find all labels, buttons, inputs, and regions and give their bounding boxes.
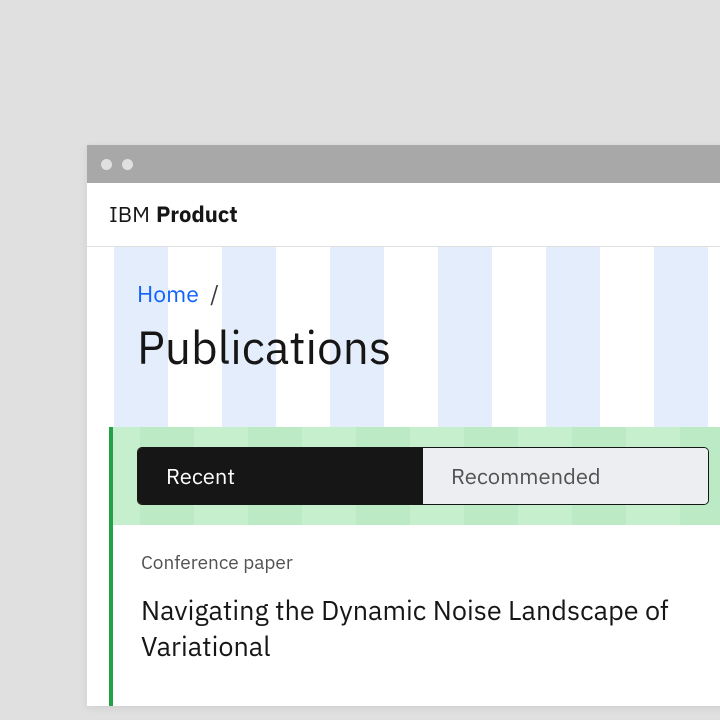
breadcrumb: Home / — [87, 247, 720, 309]
window-control-dot[interactable] — [122, 159, 133, 170]
tab-recent[interactable]: Recent — [138, 448, 423, 504]
brand-name-bold: Product — [156, 200, 238, 229]
content-switcher-panel: Recent Recommended — [109, 427, 720, 525]
publication-card[interactable]: Conference paper Navigating the Dynamic … — [109, 525, 720, 706]
tab-recommended[interactable]: Recommended — [423, 448, 708, 504]
breadcrumb-separator: / — [210, 279, 219, 309]
window-content: IBM Product Home / Publications Recent R… — [87, 183, 720, 706]
breadcrumb-home-link[interactable]: Home — [137, 279, 199, 309]
publication-type-label: Conference paper — [141, 551, 705, 575]
page-title: Publications — [87, 309, 720, 427]
window-titlebar — [87, 145, 720, 183]
brand-name-light: IBM — [109, 200, 150, 229]
window-control-dot[interactable] — [101, 159, 112, 170]
brand-header: IBM Product — [87, 183, 720, 247]
publication-title: Navigating the Dynamic Noise Landscape o… — [141, 593, 705, 666]
content-switcher: Recent Recommended — [137, 447, 709, 505]
browser-window: IBM Product Home / Publications Recent R… — [87, 145, 720, 706]
